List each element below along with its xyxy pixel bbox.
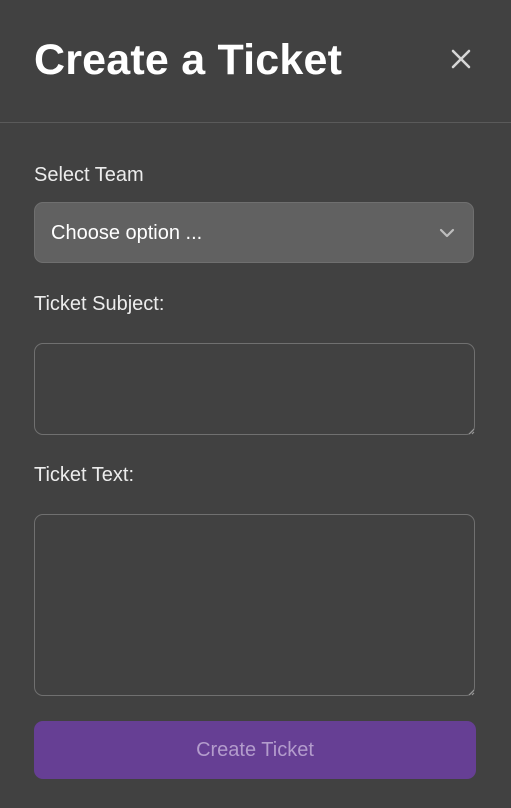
chevron-down-icon — [439, 228, 455, 238]
ticket-text-label: Ticket Text: — [34, 464, 135, 486]
ticket-subject-label: Ticket Subject: — [34, 293, 165, 315]
dialog-header: Create a Ticket — [0, 0, 511, 123]
close-button[interactable] — [446, 44, 476, 74]
resize-grip-icon[interactable] — [467, 688, 475, 696]
team-select-value: Choose option ... — [51, 222, 203, 244]
close-icon — [451, 49, 471, 69]
resize-grip-icon[interactable] — [467, 427, 475, 435]
select-team-label: Select Team — [34, 164, 144, 186]
ticket-subject-input[interactable] — [34, 343, 475, 435]
create-ticket-button[interactable]: Create Ticket — [34, 721, 476, 779]
team-select[interactable]: Choose option ... — [34, 202, 474, 263]
dialog-title: Create a Ticket — [34, 36, 343, 84]
ticket-text-input[interactable] — [34, 514, 475, 696]
